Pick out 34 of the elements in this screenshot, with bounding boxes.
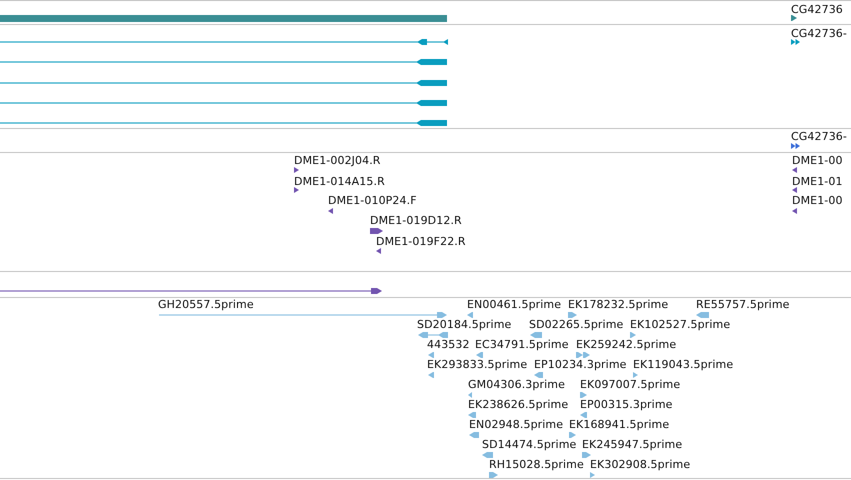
feature-label: CG42736- bbox=[791, 27, 847, 40]
feature-label: DME1-014A15.R bbox=[294, 175, 385, 188]
feature-label: EK245947.5prime bbox=[582, 438, 682, 451]
feature-label: EK302908.5prime bbox=[590, 458, 690, 471]
feature-label: DME1-00 bbox=[792, 154, 843, 167]
feature-label: DME1-019D12.R bbox=[370, 214, 462, 227]
feature-label: EN00461.5prime bbox=[467, 298, 562, 311]
feature-label: EK168941.5prime bbox=[569, 418, 670, 431]
feature-label: EN02948.5prime bbox=[469, 418, 564, 431]
feature-label: SD14474.5prime bbox=[482, 438, 576, 451]
feature-label: EK102527.5prime bbox=[630, 318, 730, 331]
feature-label: EK119043.5prime bbox=[633, 358, 734, 371]
feature-label: DME1-00 bbox=[792, 194, 843, 207]
feature-label: DME1-010P24.F bbox=[328, 194, 417, 207]
feature-label: GH20557.5prime bbox=[158, 298, 254, 311]
feature-label: SD20184.5prime bbox=[417, 318, 512, 331]
feature-label: DME1-002J04.R bbox=[294, 154, 381, 167]
feature-label: SD02265.5prime bbox=[529, 318, 624, 331]
feature-label: EK238626.5prime bbox=[468, 398, 568, 411]
feature-label: EK293833.5prime bbox=[427, 358, 528, 371]
feature-label: RE55757.5prime bbox=[696, 298, 790, 311]
feature-label: EK259242.5prime bbox=[576, 338, 676, 351]
feature-label: CG42736 bbox=[791, 3, 843, 16]
feature-label: EP10234.3prime bbox=[534, 358, 627, 371]
feature-label: CG42736- bbox=[791, 130, 847, 143]
feature-label: EK097007.5prime bbox=[580, 378, 680, 391]
feature-label: DME1-019F22.R bbox=[376, 235, 466, 248]
feature-label: RH15028.5prime bbox=[489, 458, 584, 471]
feature-label: 443532 bbox=[427, 338, 470, 351]
feature-label: EP00315.3prime bbox=[580, 398, 673, 411]
feature-label: EC34791.5prime bbox=[475, 338, 569, 351]
feature-label: GM04306.3prime bbox=[468, 378, 565, 391]
feature-label: EK178232.5prime bbox=[568, 298, 668, 311]
feature-label: DME1-01 bbox=[792, 175, 843, 188]
